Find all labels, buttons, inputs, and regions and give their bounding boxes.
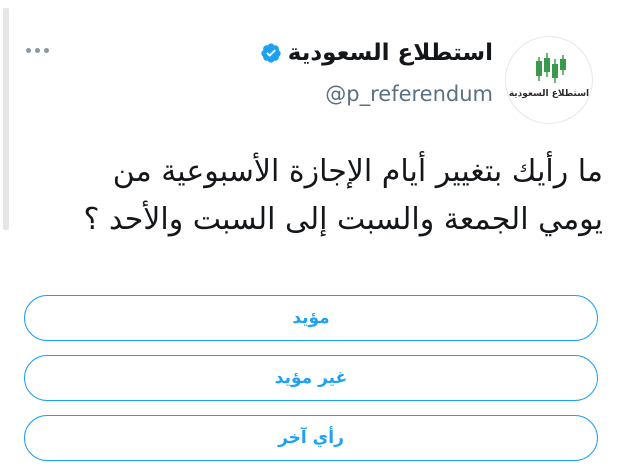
tweet-text-line: يومي الجمعة والسبت إلى السبت والأحد ؟: [83, 202, 604, 237]
more-options-icon[interactable]: [26, 48, 49, 53]
verified-badge-icon: [261, 43, 281, 63]
tweet-text-line: ما رأيك بتغيير أيام الإجازة الأسبوعية من: [112, 154, 603, 189]
more-dot: [35, 48, 40, 53]
tweet-text: ما رأيك بتغيير أيام الإجازة الأسبوعية من…: [13, 148, 604, 244]
avatar[interactable]: استطلاع السعودية: [505, 36, 593, 124]
poll: مؤيد غير مؤيد رأي آخر: [24, 295, 598, 475]
avatar-label: استطلاع السعودية: [508, 89, 590, 99]
author-name-row: استطلاع السعودية: [260, 40, 493, 66]
more-dot: [44, 48, 49, 53]
poll-option-other[interactable]: رأي آخر: [24, 415, 598, 461]
display-name[interactable]: استطلاع السعودية: [288, 40, 493, 66]
author-handle[interactable]: @p_referendum: [325, 82, 493, 106]
poll-option-oppose[interactable]: غير مؤيد: [24, 355, 598, 401]
poll-option-support[interactable]: مؤيد: [24, 295, 598, 341]
tweet-card: استطلاع السعودية استطلاع السعودية @p_ref…: [0, 0, 625, 475]
candlestick-chart-icon: [536, 53, 566, 83]
more-dot: [26, 48, 31, 53]
scroll-indicator[interactable]: [3, 8, 9, 230]
